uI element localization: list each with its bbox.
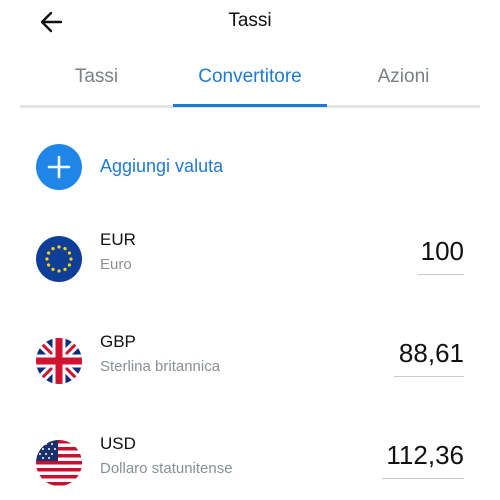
- amount-underline: [382, 478, 464, 479]
- uk-flag-icon: [36, 338, 82, 384]
- page-title: Tassi: [228, 10, 272, 31]
- amount-underline: [394, 376, 464, 377]
- currency-code: EUR: [100, 230, 136, 249]
- amount-input[interactable]: 88,61: [399, 338, 464, 369]
- currency-row-gbp[interactable]: GBP Sterlina britannica 88,61: [36, 332, 464, 398]
- tab-bar: Tassi Convertitore Azioni: [20, 58, 480, 108]
- currency-code: GBP: [100, 332, 136, 351]
- currency-row-usd[interactable]: USD Dollaro statunitense 112,36: [36, 434, 464, 500]
- add-currency-button[interactable]: Aggiungi valuta: [36, 144, 476, 190]
- add-circle: [36, 144, 82, 190]
- tab-azioni[interactable]: Azioni: [327, 58, 480, 102]
- currency-code: USD: [100, 434, 136, 453]
- tab-convertitore[interactable]: Convertitore: [173, 58, 327, 102]
- plus-icon: [47, 155, 71, 179]
- add-currency-label: Aggiungi valuta: [100, 156, 224, 176]
- currency-name: Sterlina britannica: [100, 358, 221, 375]
- header-bar: Tassi: [0, 0, 500, 44]
- amount-underline: [418, 274, 464, 275]
- us-flag-icon: [36, 440, 82, 486]
- tab-tassi[interactable]: Tassi: [20, 58, 173, 102]
- currency-row-eur[interactable]: EUR Euro 100: [36, 230, 464, 296]
- amount-input[interactable]: 112,36: [386, 440, 464, 471]
- amount-input[interactable]: 100: [421, 236, 464, 267]
- active-tab-indicator: [173, 104, 327, 107]
- eu-flag-icon: [36, 236, 82, 282]
- currency-name: Euro: [100, 256, 132, 273]
- currency-name: Dollaro statunitense: [100, 460, 233, 477]
